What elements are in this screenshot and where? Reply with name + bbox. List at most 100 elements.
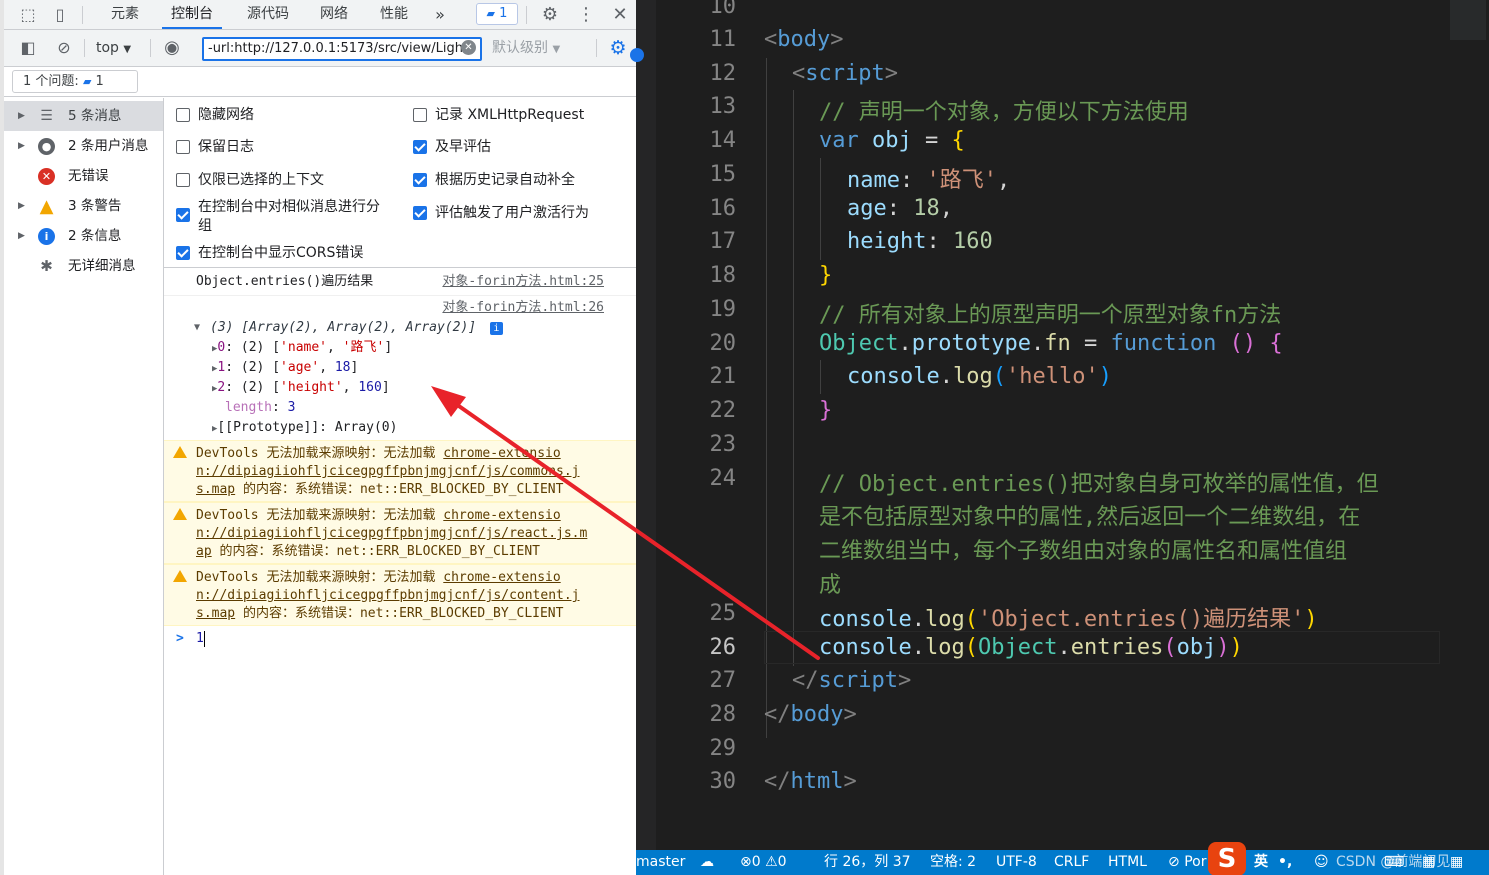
checkbox[interactable] [176,108,190,122]
close-icon[interactable]: ✕ [610,5,630,25]
checkbox[interactable] [413,173,427,187]
variable: obj [872,128,912,153]
array-prototype[interactable]: ▶[[Prototype]]: Array(0) [212,418,397,439]
array-summary[interactable]: ▼ (3) [Array(2), Array(2), Array(2)] i [194,318,503,338]
clear-filter-icon[interactable]: ✕ [461,40,476,55]
port-indicator[interactable]: ⊘ Por [1168,850,1206,875]
code-comment: // 所有对象上的原型声明一个原型对象fn方法 [819,303,1282,328]
source-map-link[interactable]: n://dipiagiiohfljcicegpgffpbnjmgjcnf/js/… [196,525,587,543]
context-select[interactable]: top ▼ [96,38,131,60]
source-map-link[interactable]: s.map [196,606,235,621]
sidebar-toggle-icon[interactable]: ◧ [18,38,38,58]
tab-performance[interactable]: 性能 [372,0,416,29]
collapse-arrow-icon[interactable]: ▼ [194,318,200,338]
device-toolbar-icon[interactable]: ▯ [50,5,70,25]
checkbox[interactable] [176,208,190,222]
array-entry-1[interactable]: ▶1: (2) ['age', 18] [212,358,358,379]
tag-name: body [777,27,831,52]
language-mode[interactable]: HTML [1108,850,1147,875]
sidebar-item-warnings[interactable]: ▶ ▲ 3 条警告 [4,191,163,221]
checkbox[interactable] [413,140,427,154]
source-map-link[interactable]: chrome-extensio [443,508,560,523]
source-map-link[interactable]: n://dipiagiiohfljcicegpgffpbnjmgjcnf/js/… [196,587,580,605]
array-entry-0[interactable]: ▶0: (2) ['name', '路飞'] [212,338,392,359]
entry-length: (2) [240,340,265,355]
console-input-value[interactable]: 1 [196,628,204,650]
code-line: </html> [764,769,857,794]
toolbox-icon[interactable]: ▦ [1422,850,1435,875]
log-level-select[interactable]: 默认级别 ▼ [492,38,560,60]
code-line: <body> [764,27,844,52]
line-number: 23 [709,432,737,457]
console-settings-icon[interactable]: ⚙ [608,38,628,58]
line-number-current: 26 [709,635,737,660]
sogou-ime-logo-icon[interactable]: S [1208,842,1246,875]
source-link[interactable]: 对象-forin方法.html:25 [442,268,604,296]
source-map-link[interactable]: ap [196,544,212,559]
checkbox[interactable] [413,206,427,220]
bug-icon: ✱ [40,257,53,275]
line-number: 29 [709,736,737,761]
punctuation-icon[interactable]: •, [1278,850,1292,875]
sidebar-item-info[interactable]: ▶ i 2 条信息 [4,221,163,251]
more-tabs-button[interactable]: » [428,0,452,29]
clear-console-icon[interactable]: ⊘ [54,38,74,58]
class-name: Object [977,635,1058,660]
keyboard-icon[interactable]: ⌨ [1384,850,1404,875]
checkbox[interactable] [176,173,190,187]
array-entry-2[interactable]: ▶2: (2) ['height', 160] [212,378,390,399]
string: 'hello' [1005,364,1099,389]
grid-icon[interactable]: ▦ [1450,850,1463,875]
filter-input[interactable]: -url:http://127.0.0.1:5173/src/view/Ligh [202,37,482,61]
inspect-element-icon[interactable]: ⬚ [18,5,38,25]
sidebar-item-label: 无详细消息 [68,258,136,274]
gear-icon[interactable]: ⚙ [540,5,560,25]
minimap[interactable] [1450,0,1486,40]
tab-sources[interactable]: 源代码 [238,0,298,29]
divider [150,39,151,57]
source-map-link[interactable]: chrome-extensio [443,570,560,585]
tag-name: html [790,769,844,794]
branch-indicator[interactable]: master [636,850,685,875]
string: 'Object.entries()遍历结果' [977,607,1305,632]
group-similar-option[interactable]: 在控制台中对相似消息进行分组 [176,198,396,238]
sidebar-item-user-messages[interactable]: ▶ ● 2 条用户消息 [4,131,163,161]
console-sidebar: ▶ ☰ 5 条消息 ▶ ● 2 条用户消息 ✕ 无错误 ▶ ▲ 3 条警告 ▶ … [4,98,164,875]
indentation[interactable]: 空格: 2 [930,850,976,875]
line-number: 15 [709,162,737,187]
ime-mode[interactable]: 英 [1254,850,1268,875]
sidebar-item-verbose[interactable]: ✱ 无详细消息 [4,251,163,281]
kebab-menu-icon[interactable]: ⋮ [576,5,596,25]
source-map-link[interactable]: chrome-extensio [443,446,560,461]
tab-console[interactable]: 控制台 [162,0,222,29]
sync-icon[interactable]: ☁ [700,850,714,875]
panel-splitter[interactable] [630,0,656,850]
issues-button[interactable]: 1 个问题: ▰ 1 [12,70,138,93]
variable: console [819,607,912,632]
console-prompt[interactable]: > 1 [164,628,636,652]
problems-indicator[interactable]: ⊗0 ⚠0 [740,850,787,875]
tab-elements[interactable]: 元素 [100,0,150,29]
encoding[interactable]: UTF-8 [996,850,1037,875]
line-number: 30 [709,769,737,794]
sidebar-item-messages[interactable]: ▶ ☰ 5 条消息 [4,101,163,131]
emoji-icon[interactable]: ☺ [1314,850,1329,875]
checkbox[interactable] [413,108,427,122]
sidebar-item-errors[interactable]: ✕ 无错误 [4,161,163,191]
log-message: Object.entries()遍历结果 对象-forin方法.html:25 [164,268,636,296]
checkbox[interactable] [176,246,190,260]
eye-icon[interactable]: ◉ [162,38,182,58]
line-ending[interactable]: CRLF [1054,850,1089,875]
issues-bar: 1 个问题: ▰ 1 [4,67,636,97]
cursor-position[interactable]: 行 26，列 37 [824,850,911,875]
source-link[interactable]: 对象-forin方法.html:26 [442,298,604,318]
tab-network[interactable]: 网络 [312,0,356,29]
message-icon: ▰ [486,7,496,20]
divider [82,6,83,24]
source-map-link[interactable]: s.map [196,482,235,497]
warning-icon [173,446,187,458]
messages-badge[interactable]: ▰ 1 [476,3,518,25]
checkbox[interactable] [176,140,190,154]
source-map-link[interactable]: n://dipiagiiohfljcicegpgffpbnjmgjcnf/js/… [196,463,580,481]
tag-name: script [805,61,885,86]
